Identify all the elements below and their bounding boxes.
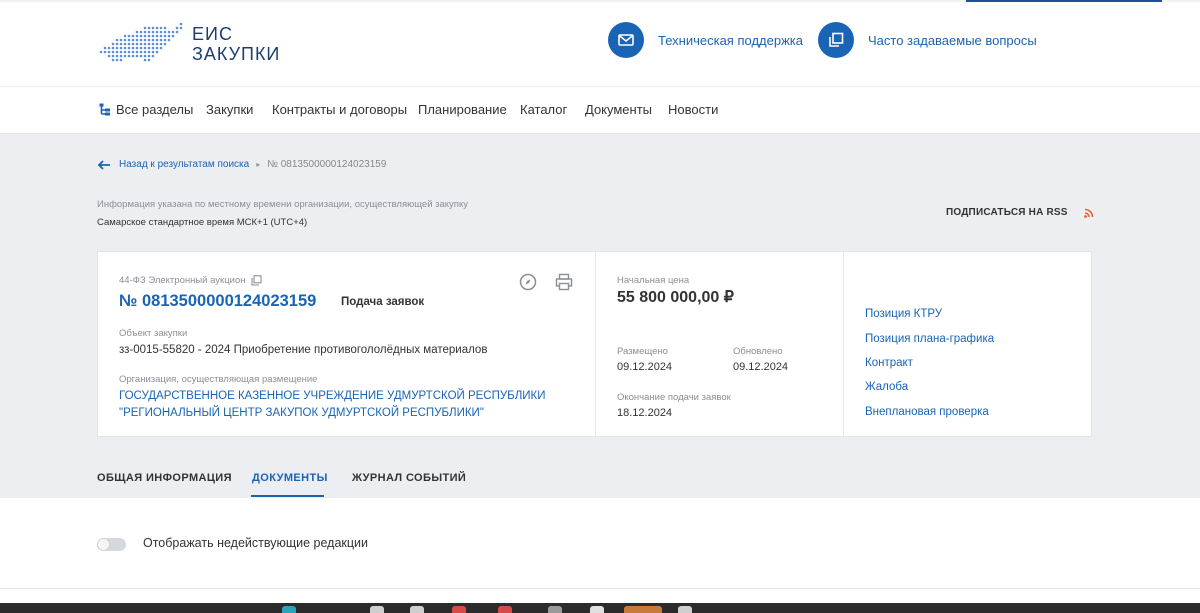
rss-subscribe-link[interactable]: ПОДПИСАТЬСЯ НА RSS bbox=[946, 207, 1094, 218]
sitemap-icon bbox=[99, 103, 110, 116]
support-link[interactable]: Техническая поддержка bbox=[608, 22, 803, 58]
law-type: 44-ФЗ Электронный аукцион bbox=[119, 275, 263, 286]
nav-all-sections-label: Все разделы bbox=[116, 102, 194, 117]
nav-contracts[interactable]: Контракты и договоры bbox=[272, 102, 407, 117]
taskbar-app-icon[interactable] bbox=[678, 606, 692, 613]
arrow-left-icon[interactable] bbox=[97, 159, 111, 170]
object-label: Объект закупки bbox=[119, 328, 188, 339]
taskbar-app-icon[interactable] bbox=[282, 606, 296, 613]
site-header: ЕИС ЗАКУПКИ Техническая поддержка Часто … bbox=[0, 2, 1200, 87]
rss-label: ПОДПИСАТЬСЯ НА RSS bbox=[946, 207, 1068, 218]
nav-catalog[interactable]: Каталог bbox=[520, 102, 567, 117]
taskbar-app-icon[interactable] bbox=[370, 606, 384, 613]
nav-news[interactable]: Новости bbox=[668, 102, 718, 117]
breadcrumb: Назад к результатам поиска ▸ № 081350000… bbox=[97, 159, 386, 170]
procurement-card: 44-ФЗ Электронный аукцион № 081350000012… bbox=[97, 251, 1092, 437]
organization-label: Организация, осуществляющая размещение bbox=[119, 374, 318, 385]
back-to-results-link[interactable]: Назад к результатам поиска bbox=[119, 159, 249, 170]
deadline-label: Окончание подачи заявок bbox=[617, 392, 731, 403]
plan-schedule-position-link[interactable]: Позиция плана-графика bbox=[865, 333, 994, 345]
faq-label: Часто задаваемые вопросы bbox=[868, 32, 1037, 48]
active-tab-indicator bbox=[251, 495, 324, 497]
contract-link[interactable]: Контракт bbox=[865, 357, 913, 369]
taskbar-app-icon[interactable] bbox=[590, 606, 604, 613]
mail-icon bbox=[608, 22, 644, 58]
toggle-knob bbox=[97, 538, 110, 551]
organization-name-line: ГОСУДАРСТВЕННОЕ КАЗЕННОЕ УЧРЕЖДЕНИЕ УДМУ… bbox=[119, 390, 546, 402]
procurement-number[interactable]: № 0813500000124023159 bbox=[119, 292, 316, 311]
show-inactive-editions-toggle[interactable] bbox=[97, 538, 126, 551]
russia-map-logo-icon[interactable] bbox=[97, 22, 187, 68]
posted-value: 09.12.2024 bbox=[617, 361, 673, 373]
unscheduled-inspection-link[interactable]: Внеплановая проверка bbox=[865, 406, 989, 418]
logo-text[interactable]: ЕИС ЗАКУПКИ bbox=[192, 24, 280, 64]
compass-icon[interactable] bbox=[519, 273, 537, 291]
breadcrumb-separator-icon: ▸ bbox=[256, 160, 261, 169]
complaint-link[interactable]: Жалоба bbox=[865, 381, 908, 393]
support-label: Техническая поддержка bbox=[658, 32, 803, 48]
card-divider bbox=[843, 252, 844, 436]
print-icon[interactable] bbox=[555, 273, 573, 291]
logo-line-zakupki: ЗАКУПКИ bbox=[192, 44, 281, 64]
deadline-value: 18.12.2024 bbox=[617, 407, 673, 419]
organization-name[interactable]: ГОСУДАРСТВЕННОЕ КАЗЕННОЕ УЧРЕЖДЕНИЕ УДМУ… bbox=[119, 388, 546, 422]
nav-zakupki[interactable]: Закупки bbox=[206, 102, 253, 117]
breadcrumb-current: № 0813500000124023159 bbox=[267, 159, 387, 170]
procurement-stage: Подача заявок bbox=[341, 296, 425, 308]
rss-icon bbox=[1083, 208, 1093, 218]
updated-label: Обновлено bbox=[733, 346, 783, 357]
taskbar-app-icon[interactable] bbox=[548, 606, 562, 613]
tab-general-info[interactable]: ОБЩАЯ ИНФОРМАЦИЯ bbox=[97, 472, 232, 484]
organization-name-line: "РЕГИОНАЛЬНЫЙ ЦЕНТР ЗАКУПОК УДМУРТСКОЙ Р… bbox=[119, 407, 484, 419]
copy-icon[interactable] bbox=[251, 275, 263, 286]
windows-icon bbox=[818, 22, 854, 58]
tab-event-log[interactable]: ЖУРНАЛ СОБЫТИЙ bbox=[352, 472, 466, 484]
main-nav: Все разделы Закупки Контракты и договоры… bbox=[0, 88, 1200, 134]
nav-planning[interactable]: Планирование bbox=[418, 102, 507, 117]
price-value: 55 800 000,00 ₽ bbox=[617, 289, 734, 306]
nav-all-sections[interactable]: Все разделы bbox=[99, 102, 193, 117]
timezone-info: Информация указана по местному времени о… bbox=[97, 199, 468, 210]
price-label: Начальная цена bbox=[617, 275, 690, 286]
object-value: зз-0015-55820 - 2024 Приобретение против… bbox=[119, 344, 488, 356]
tab-documents[interactable]: ДОКУМЕНТЫ bbox=[252, 472, 328, 484]
taskbar-app-icon[interactable] bbox=[452, 606, 466, 613]
timezone-value: Самарское стандартное время МСК+1 (UTC+4… bbox=[97, 217, 308, 228]
taskbar-app-icon[interactable] bbox=[498, 606, 512, 613]
show-inactive-editions-label: Отображать недействующие редакции bbox=[143, 536, 369, 550]
taskbar-app-icon[interactable] bbox=[624, 606, 662, 613]
law-type-label: 44-ФЗ Электронный аукцион bbox=[119, 275, 246, 286]
card-divider bbox=[595, 252, 596, 436]
ktru-position-link[interactable]: Позиция КТРУ bbox=[865, 308, 942, 320]
logo-line-eis: ЕИС bbox=[192, 24, 233, 44]
updated-value: 09.12.2024 bbox=[733, 361, 789, 373]
posted-label: Размещено bbox=[617, 346, 668, 357]
page: ЕИС ЗАКУПКИ Техническая поддержка Часто … bbox=[0, 0, 1200, 613]
nav-documents[interactable]: Документы bbox=[585, 102, 652, 117]
divider bbox=[0, 588, 1200, 589]
taskbar-app-icon[interactable] bbox=[410, 606, 424, 613]
faq-link[interactable]: Часто задаваемые вопросы bbox=[818, 22, 1037, 58]
